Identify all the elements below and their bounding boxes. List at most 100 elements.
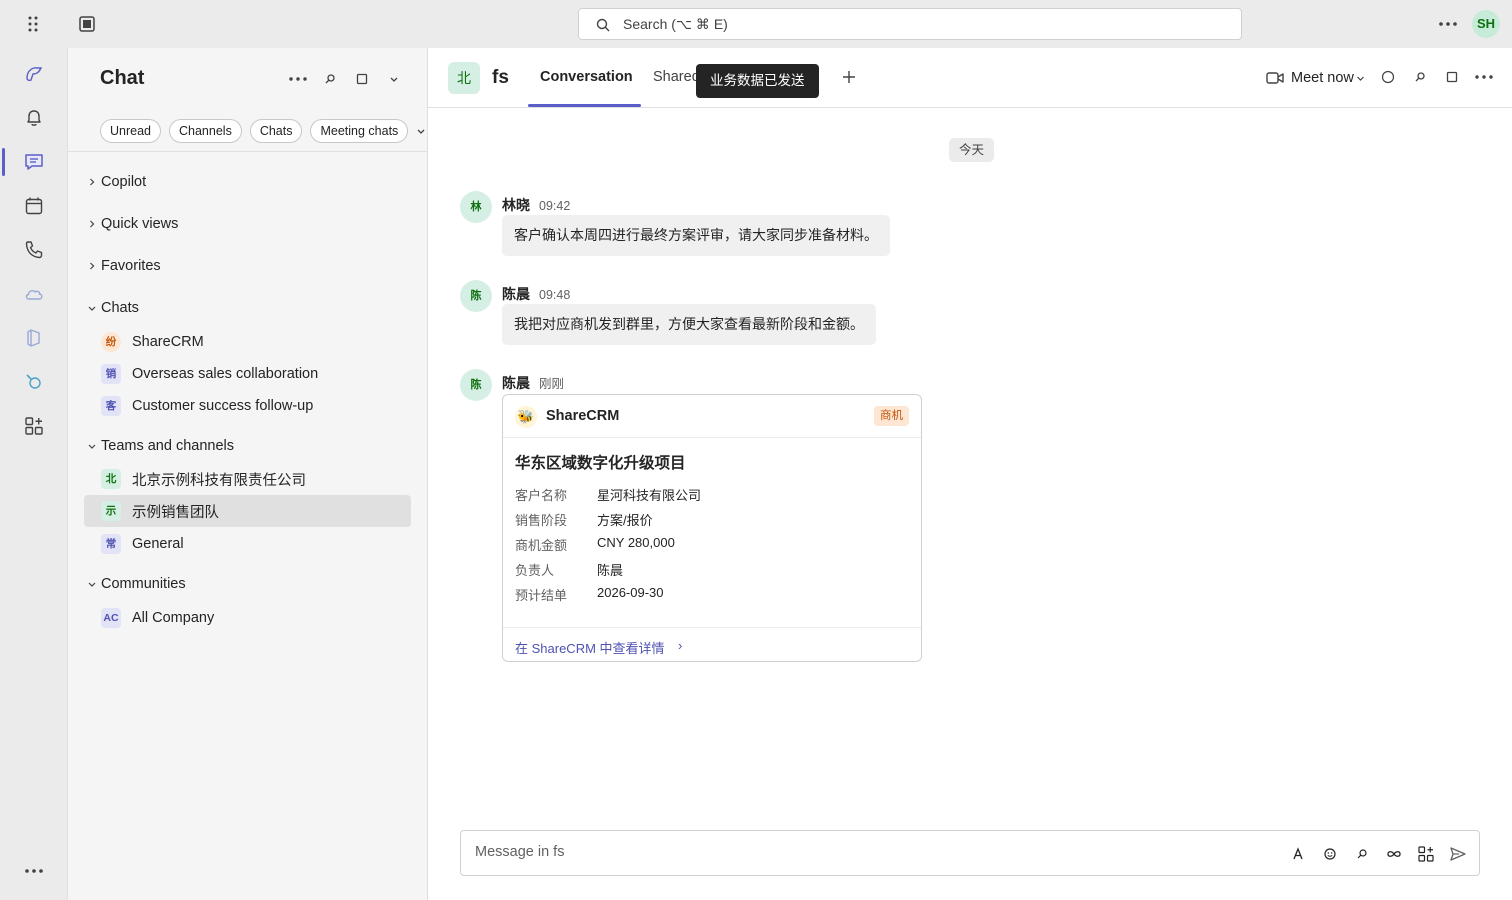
rail-viva[interactable]	[0, 362, 68, 402]
chat-name: Overseas sales collaboration	[132, 366, 319, 382]
add-tab-icon[interactable]	[840, 68, 858, 86]
team-name: 示例销售团队	[132, 504, 219, 521]
rail-copilot[interactable]	[0, 54, 68, 94]
card-field-row: 客户名称 星河科技有限公司	[515, 485, 701, 504]
message-meta: 林晓 09:42	[502, 195, 570, 215]
cloud-icon	[23, 283, 45, 305]
section-teams[interactable]: Teams and channels	[84, 431, 412, 461]
team-item-general[interactable]: 常 General	[84, 528, 411, 560]
more-options-icon[interactable]	[1474, 67, 1494, 87]
filter-chats[interactable]: Chats	[249, 119, 303, 143]
meet-now-button[interactable]: Meet now	[1266, 66, 1365, 90]
app-launcher-icon[interactable]	[22, 13, 44, 35]
message-avatar[interactable]: 陈	[460, 280, 492, 312]
channel-avatar: 北	[448, 62, 480, 94]
section-favorites[interactable]: Favorites	[84, 251, 412, 281]
team-item-sales-team[interactable]: 示 示例销售团队	[84, 495, 411, 527]
message-bubble[interactable]: 我把对应商机发到群里，方便大家查看最新阶段和金额。	[502, 304, 876, 345]
community-avatar: AC	[101, 608, 121, 628]
circle-icon[interactable]	[1378, 67, 1398, 87]
crm-opportunity-card: 🐝 ShareCRM 商机 华东区域数字化升级项目 客户名称 星河科技有限公司 …	[502, 394, 922, 662]
filter-unread[interactable]: Unread	[100, 119, 161, 143]
calendar-icon	[23, 195, 45, 217]
more-icon[interactable]	[282, 66, 314, 92]
section-communities[interactable]: Communities	[84, 569, 412, 599]
card-header: 🐝 ShareCRM 商机	[503, 395, 921, 438]
community-name: All Company	[132, 610, 215, 626]
app-rail	[0, 48, 68, 900]
section-copilot[interactable]: Copilot	[84, 167, 412, 197]
view-in-sharecrm-link[interactable]: 在 ShareCRM 中查看详情	[515, 638, 665, 657]
chevron-right-icon	[84, 261, 99, 271]
rail-calendar[interactable]	[0, 186, 68, 226]
popout-icon[interactable]	[346, 66, 378, 92]
message-bubble[interactable]: 客户确认本周四进行最终方案评审，请大家同步准备材料。	[502, 215, 890, 256]
channel-name: fs	[492, 67, 509, 88]
message-time: 刚刚	[539, 377, 565, 391]
filter-channels[interactable]: Channels	[169, 119, 242, 143]
rail-calls[interactable]	[0, 230, 68, 270]
rail-more[interactable]	[0, 851, 68, 891]
channel-header: 北 fs Conversation Shared 业务数据已发送 Meet no…	[428, 48, 1512, 108]
search-icon[interactable]	[1410, 67, 1430, 87]
chevron-right-icon	[84, 219, 99, 229]
chat-list-pane: Chat Unread Channels Chats Meeting chats…	[68, 48, 428, 900]
tab-shared[interactable]: Shared	[653, 69, 700, 85]
team-item-beijing[interactable]: 北 北京示例科技有限责任公司	[84, 463, 411, 495]
chevron-down-icon[interactable]	[378, 66, 410, 92]
search-icon[interactable]	[1351, 843, 1373, 865]
section-label: Quick views	[101, 216, 179, 232]
rail-activity[interactable]	[0, 98, 68, 138]
pane-title: Chat	[100, 67, 145, 89]
sidebar-toggle-icon[interactable]	[76, 13, 98, 35]
chat-item-customer-success[interactable]: 客 Customer success follow-up	[84, 390, 411, 422]
chat-icon	[23, 151, 45, 173]
apps-grid-icon[interactable]	[1415, 843, 1437, 865]
send-icon[interactable]	[1447, 843, 1469, 865]
field-key: 销售阶段	[515, 513, 568, 528]
card-field-row: 商机金额 CNY 280,000	[515, 535, 675, 554]
sharecrm-logo-icon: 🐝	[515, 406, 537, 428]
search-icon[interactable]	[314, 66, 346, 92]
chat-name: ShareCRM	[132, 334, 204, 350]
rail-apps[interactable]	[0, 406, 68, 446]
section-chats[interactable]: Chats	[84, 293, 412, 323]
tab-conversation[interactable]: Conversation	[540, 69, 633, 85]
chat-item-overseas-sales[interactable]: 销 Overseas sales collaboration	[84, 358, 411, 390]
message-author: 陈晨	[502, 286, 530, 302]
more-apps-icon	[23, 860, 45, 882]
rail-m365[interactable]	[0, 318, 68, 358]
chat-item-sharecrm[interactable]: 纷 ShareCRM	[84, 326, 411, 358]
more-options-icon[interactable]	[1436, 13, 1460, 35]
rail-onedrive[interactable]	[0, 274, 68, 314]
m365-icon	[23, 327, 45, 349]
search-icon	[595, 17, 611, 33]
user-avatar[interactable]: SH	[1472, 10, 1500, 38]
search-input[interactable]: Search (⌥ ⌘ E)	[578, 8, 1242, 40]
search-placeholder: Search (⌥ ⌘ E)	[623, 16, 728, 32]
message-avatar[interactable]: 陈	[460, 369, 492, 401]
community-item-all-company[interactable]: AC All Company	[84, 602, 411, 634]
team-name: 北京示例科技有限责任公司	[132, 472, 306, 489]
format-text-icon[interactable]	[1287, 843, 1309, 865]
phone-icon	[23, 239, 45, 261]
chat-avatar: 客	[101, 396, 121, 416]
section-label: Teams and channels	[101, 438, 234, 454]
chevron-down-icon	[84, 442, 99, 450]
message-meta: 陈晨 刚刚	[502, 373, 564, 393]
emoji-icon[interactable]	[1319, 843, 1341, 865]
loop-icon[interactable]	[1383, 843, 1405, 865]
message-avatar[interactable]: 林	[460, 191, 492, 223]
card-field-row: 负责人 陈晨	[515, 560, 623, 579]
filter-meeting-chats[interactable]: Meeting chats	[310, 119, 409, 143]
title-bar: Search (⌥ ⌘ E) SH	[0, 0, 1512, 48]
section-quick-views[interactable]: Quick views	[84, 209, 412, 239]
chat-avatar: 纷	[101, 332, 121, 352]
rail-chat[interactable]	[0, 142, 68, 182]
field-key: 负责人	[515, 563, 555, 578]
chevron-down-icon	[84, 304, 99, 312]
chat-avatar: 销	[101, 364, 121, 384]
video-camera-icon	[1266, 71, 1284, 85]
popout-icon[interactable]	[1442, 67, 1462, 87]
message-composer[interactable]: Message in fs	[460, 830, 1480, 876]
